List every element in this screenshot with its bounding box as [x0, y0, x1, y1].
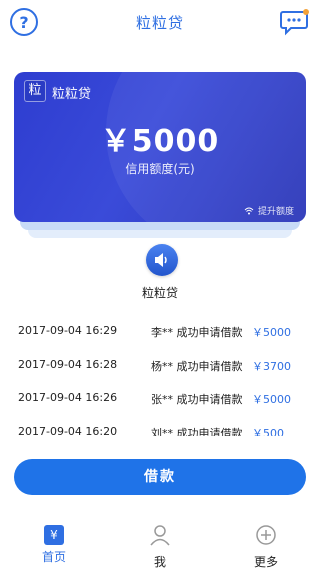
raise-limit-label: 提升额度: [257, 207, 294, 217]
list-item: 2017-09-04 16:26 张** 成功申请借款 ￥5000: [0, 391, 320, 411]
record-amount: ￥5000: [252, 393, 291, 406]
list-item: 2017-09-04 16:28 杨** 成功申请借款 ￥3700: [0, 358, 320, 378]
tab-me-label: 我: [153, 555, 166, 569]
broadcast-button[interactable]: [146, 244, 178, 276]
borrow-button[interactable]: 借款: [14, 459, 306, 495]
tab-home-label: 首页: [41, 550, 66, 564]
signal-icon: [244, 207, 254, 214]
loan-record-list: 2017-09-04 16:29 李** 成功申请借款 ￥5000 2017-0…: [0, 316, 320, 436]
card-brand-name: 粒粒贷: [52, 87, 92, 102]
page-title: 粒粒贷: [135, 14, 184, 32]
brand-logo: 粒: [24, 80, 46, 102]
record-text: 杨** 成功申请借款: [151, 360, 243, 373]
chat-bubble-icon: [280, 9, 309, 36]
record-amount: ￥3700: [252, 360, 291, 373]
broadcast-label: 粒粒贷: [141, 286, 178, 300]
record-text: 李** 成功申请借款: [151, 326, 243, 339]
list-item: 2017-09-04 16:20 刘** 成功申请借款 ￥500: [0, 425, 320, 436]
record-time: 2017-09-04 16:28: [18, 358, 118, 371]
record-text: 刘** 成功申请借款: [151, 427, 243, 436]
credit-amount-label: 信用额度(元): [125, 162, 195, 176]
record-text: 张** 成功申请借款: [151, 393, 243, 406]
record-time: 2017-09-04 16:20: [18, 425, 118, 436]
tab-more-label: 更多: [253, 555, 278, 569]
speaker-icon: [155, 253, 167, 267]
record-time: 2017-09-04 16:29: [18, 324, 118, 337]
yuan-icon: ¥: [44, 525, 64, 545]
record-amount: ￥5000: [252, 326, 291, 339]
credit-amount: ￥5000: [100, 124, 220, 159]
tab-me[interactable]: 我: [130, 524, 190, 570]
record-time: 2017-09-04 16:26: [18, 391, 118, 404]
messages-button[interactable]: [280, 8, 310, 36]
tab-home[interactable]: ¥ 首页: [24, 524, 84, 565]
plus-circle-icon: [256, 525, 276, 545]
tab-more[interactable]: 更多: [236, 524, 296, 570]
credit-card: 粒 粒粒贷 ￥5000 信用额度(元) 提升额度: [14, 72, 306, 222]
unread-badge: [303, 9, 309, 15]
record-amount: ￥500: [252, 427, 284, 436]
raise-limit-link[interactable]: 提升额度: [244, 204, 294, 217]
app-header: ? 粒粒贷: [0, 0, 320, 48]
person-icon: [150, 525, 170, 546]
bottom-tab-bar: ¥ 首页 我 更多: [0, 518, 320, 570]
list-item: 2017-09-04 16:29 李** 成功申请借款 ￥5000: [0, 324, 320, 344]
